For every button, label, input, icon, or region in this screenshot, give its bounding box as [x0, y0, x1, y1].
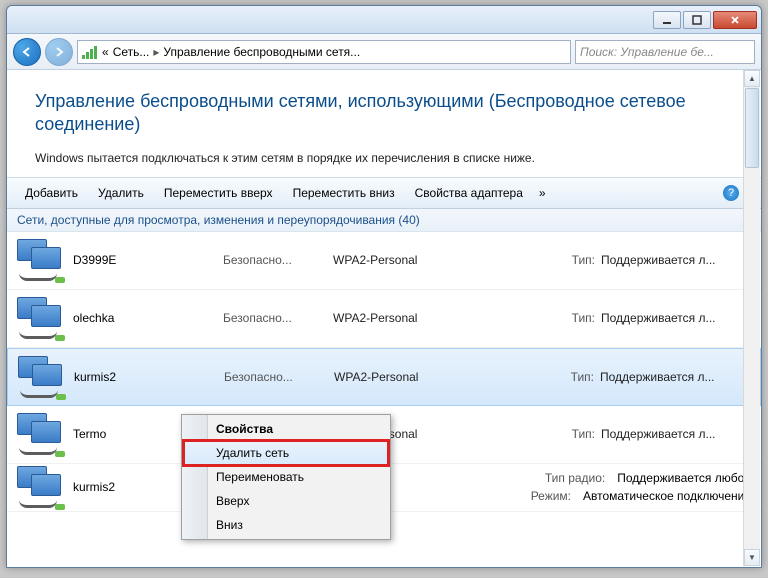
back-button[interactable]: [13, 38, 41, 66]
move-down-button[interactable]: Переместить вниз: [283, 182, 405, 204]
network-name: D3999E: [73, 253, 223, 267]
navigation-bar: « Сеть... ▸ Управление беспроводными сет…: [7, 34, 761, 70]
page-description: Windows пытается подключаться к этим сет…: [35, 151, 733, 165]
maximize-button[interactable]: [683, 11, 711, 29]
breadcrumb-prefix: «: [102, 45, 109, 59]
encryption-value: WPA2-Personal: [334, 370, 484, 384]
forward-button[interactable]: [45, 38, 73, 66]
type-label: Тип:: [572, 427, 595, 441]
network-icon: [17, 466, 63, 508]
network-name: olechka: [73, 311, 223, 325]
network-icon: [17, 297, 63, 339]
breadcrumb-seg1[interactable]: Сеть...: [113, 45, 150, 59]
list-item[interactable]: D3999E Безопасно... WPA2-Personal Тип: П…: [7, 232, 761, 290]
scroll-down-arrow[interactable]: ▼: [744, 549, 760, 566]
list-item[interactable]: olechka Безопасно... WPA2-Personal Тип: …: [7, 290, 761, 348]
context-menu: Свойства Удалить сеть Переименовать Ввер…: [181, 414, 391, 540]
network-signal-icon: [82, 45, 98, 59]
titlebar[interactable]: [7, 6, 761, 34]
scroll-thumb[interactable]: [745, 88, 759, 168]
breadcrumb-seg2[interactable]: Управление беспроводными сетя...: [163, 45, 360, 59]
radio-type-value: Поддерживается любое: [617, 471, 751, 485]
adapter-properties-button[interactable]: Свойства адаптера: [405, 182, 533, 204]
toolbar-overflow[interactable]: »: [533, 182, 552, 204]
remove-button[interactable]: Удалить: [88, 182, 154, 204]
menu-item-properties[interactable]: Свойства: [184, 417, 388, 441]
address-bar[interactable]: « Сеть... ▸ Управление беспроводными сет…: [77, 40, 571, 64]
menu-item-move-up[interactable]: Вверх: [184, 489, 388, 513]
vertical-scrollbar[interactable]: ▲ ▼: [743, 70, 760, 566]
network-name: kurmis2: [74, 370, 224, 384]
section-header: Сети, доступные для просмотра, изменения…: [7, 209, 761, 232]
search-box[interactable]: Поиск: Управление бе...: [575, 40, 755, 64]
close-button[interactable]: [713, 11, 757, 29]
explorer-window: « Сеть... ▸ Управление беспроводными сет…: [6, 5, 762, 568]
minimize-button[interactable]: [653, 11, 681, 29]
encryption-value: WPA2-Personal: [333, 311, 483, 325]
network-icon: [17, 239, 63, 281]
radio-type-label: Тип радио:: [545, 471, 605, 485]
type-label: Тип:: [572, 253, 595, 267]
add-button[interactable]: Добавить: [15, 182, 88, 204]
security-label: Безопасно...: [223, 311, 333, 325]
section-label-text: Сети, доступные для просмотра, изменения…: [17, 213, 420, 227]
type-label: Тип:: [571, 370, 594, 384]
menu-item-delete-network[interactable]: Удалить сеть: [184, 441, 388, 465]
type-value: Поддерживается л...: [601, 253, 751, 267]
type-value: Поддерживается л...: [601, 427, 751, 441]
type-value: Поддерживается л...: [600, 370, 750, 384]
mode-value: Автоматическое подключение: [583, 489, 751, 503]
security-label: Безопасно...: [224, 370, 334, 384]
move-up-button[interactable]: Переместить вверх: [154, 182, 283, 204]
search-placeholder: Поиск: Управление бе...: [580, 45, 714, 59]
page-title: Управление беспроводными сетями, использ…: [35, 90, 733, 137]
scroll-up-arrow[interactable]: ▲: [744, 70, 760, 87]
toolbar: Добавить Удалить Переместить вверх Перем…: [7, 177, 761, 209]
header-section: Управление беспроводными сетями, использ…: [7, 70, 761, 177]
network-icon: [17, 413, 63, 455]
security-label: Безопасно...: [223, 253, 333, 267]
list-item-selected[interactable]: kurmis2 Безопасно... WPA2-Personal Тип: …: [7, 348, 761, 406]
menu-item-rename[interactable]: Переименовать: [184, 465, 388, 489]
breadcrumb-sep: ▸: [153, 45, 159, 59]
type-label: Тип:: [572, 311, 595, 325]
help-icon[interactable]: ?: [723, 185, 739, 201]
encryption-value: WPA2-Personal: [333, 253, 483, 267]
mode-label: Режим:: [531, 489, 571, 503]
type-value: Поддерживается л...: [601, 311, 751, 325]
network-icon: [18, 356, 64, 398]
menu-item-move-down[interactable]: Вниз: [184, 513, 388, 537]
